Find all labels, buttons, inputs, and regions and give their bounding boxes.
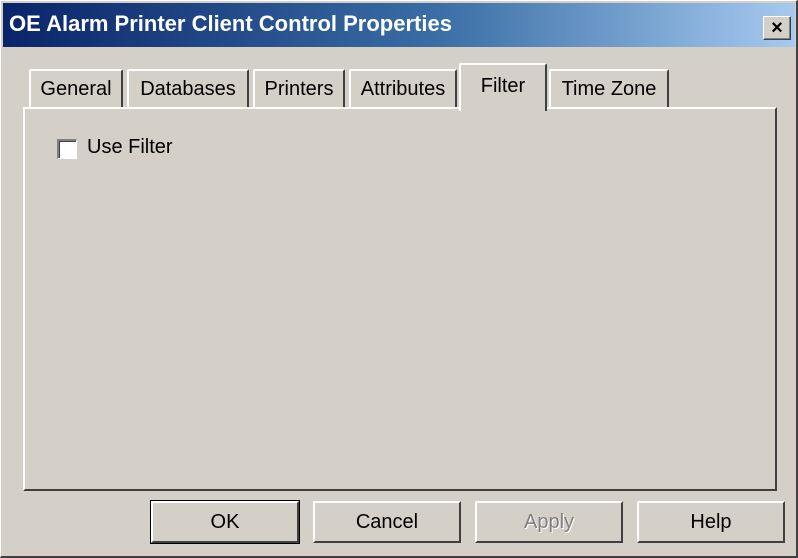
close-button[interactable]: × xyxy=(763,16,791,40)
tab-time-zone-label: Time Zone xyxy=(561,77,657,100)
ok-button[interactable]: OK xyxy=(150,500,300,544)
apply-button[interactable]: Apply xyxy=(475,501,623,543)
apply-button-label: Apply xyxy=(523,510,575,533)
cancel-button-label: Cancel xyxy=(355,510,419,533)
tab-attributes-label: Attributes xyxy=(360,77,446,100)
filter-tab-panel xyxy=(23,107,777,491)
window-title: OE Alarm Printer Client Control Properti… xyxy=(9,11,452,36)
title-bar[interactable]: OE Alarm Printer Client Control Properti… xyxy=(3,3,795,47)
cancel-button[interactable]: Cancel xyxy=(313,501,461,543)
properties-dialog: OE Alarm Printer Client Control Properti… xyxy=(0,0,798,558)
tab-filter-label: Filter xyxy=(480,75,526,97)
tab-printers[interactable]: Printers xyxy=(253,69,345,107)
ok-button-label: OK xyxy=(210,510,240,533)
tab-time-zone[interactable]: Time Zone xyxy=(549,69,669,107)
use-filter-label[interactable]: Use Filter xyxy=(87,136,173,159)
tab-general[interactable]: General xyxy=(29,69,123,107)
use-filter-checkbox[interactable] xyxy=(57,139,77,159)
tab-databases[interactable]: Databases xyxy=(127,69,249,107)
tab-filter[interactable]: Filter xyxy=(459,63,547,111)
tab-printers-label: Printers xyxy=(264,77,334,100)
tab-databases-label: Databases xyxy=(140,77,236,100)
tab-general-label: General xyxy=(40,77,112,100)
close-icon: × xyxy=(771,17,783,39)
help-button-label: Help xyxy=(690,510,732,533)
tab-attributes[interactable]: Attributes xyxy=(349,69,457,107)
help-button[interactable]: Help xyxy=(637,501,785,543)
